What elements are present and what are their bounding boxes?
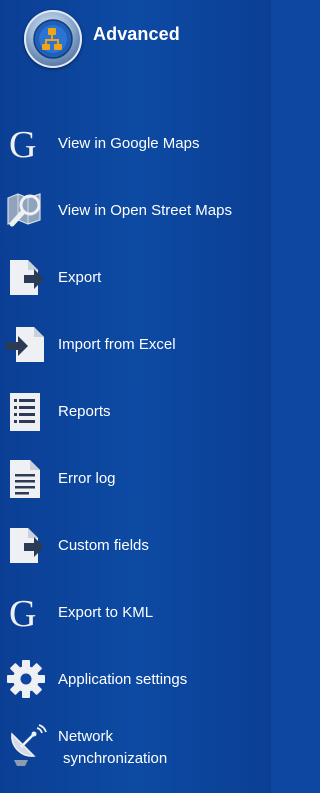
menu-item-label: Network synchronization — [58, 726, 167, 770]
menu-item-network-synchronization[interactable]: Network synchronization — [0, 715, 271, 779]
svg-text:G: G — [9, 593, 36, 634]
advanced-menu-panel: Advanced G View in Google Maps View in O… — [0, 0, 271, 793]
gear-icon — [4, 657, 48, 701]
menu-item-application-settings[interactable]: Application settings — [0, 648, 271, 712]
app-logo-icon — [24, 10, 82, 68]
menu-item-label: Import from Excel — [58, 336, 176, 353]
menu-item-label: Error log — [58, 470, 116, 487]
google-g-icon: G — [4, 121, 48, 166]
menu-item-label: Export to KML — [58, 604, 154, 621]
menu-item-reports[interactable]: Reports — [0, 380, 271, 444]
log-document-icon — [4, 456, 48, 500]
menu-item-label-line1: Network — [58, 728, 114, 745]
report-document-icon — [4, 389, 48, 433]
export-document-icon — [4, 255, 48, 299]
custom-fields-document-icon — [4, 523, 48, 567]
menu-item-label: View in Open Street Maps — [58, 202, 232, 219]
map-magnifier-icon — [4, 188, 48, 232]
panel-header: Advanced — [24, 10, 264, 68]
menu-item-custom-fields[interactable]: Custom fields — [0, 514, 271, 578]
menu-item-view-google-maps[interactable]: G View in Google Maps — [0, 112, 271, 176]
menu-item-import-excel[interactable]: Import from Excel — [0, 313, 271, 377]
svg-text:G: G — [9, 124, 36, 165]
menu-item-export-kml[interactable]: G Export to KML — [0, 581, 271, 645]
menu-item-view-open-street-maps[interactable]: View in Open Street Maps — [0, 179, 271, 243]
menu-item-label: Export — [58, 269, 102, 286]
menu-item-export[interactable]: Export — [0, 246, 271, 310]
menu-item-label: Application settings — [58, 671, 188, 688]
panel-title: Advanced — [93, 24, 180, 44]
menu-item-error-log[interactable]: Error log — [0, 447, 271, 511]
menu-item-label-line2: synchronization — [63, 750, 168, 767]
menu-item-label: View in Google Maps — [58, 135, 200, 152]
menu-item-label: Custom fields — [58, 537, 149, 554]
satellite-dish-icon — [4, 724, 48, 768]
menu-item-label: Reports — [58, 403, 111, 420]
google-g-icon: G — [4, 590, 48, 635]
import-document-icon — [4, 322, 48, 366]
